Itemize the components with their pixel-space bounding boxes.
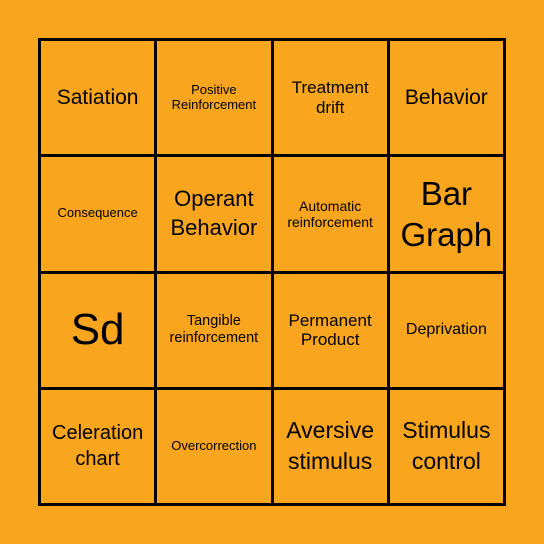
cell-label: Permanent Product: [288, 310, 372, 350]
cell-label: Behavior: [404, 85, 488, 109]
cell-label: Sd: [70, 304, 125, 354]
bingo-cell-satiation[interactable]: Satiation: [41, 41, 155, 155]
bingo-cell-deprivation[interactable]: Deprivation: [389, 273, 503, 387]
cell-label: Treatment drift: [291, 78, 369, 117]
cell-label: Operant Behavior: [170, 186, 258, 240]
bingo-cell-automatic-reinforcement[interactable]: Automatic reinforcement: [273, 157, 387, 271]
bingo-cell-stimulus-control[interactable]: Stimulus control: [389, 389, 503, 503]
bingo-cell-permanent-product[interactable]: Permanent Product: [273, 273, 387, 387]
bingo-board: Satiation Positive Reinforcement Treatme…: [38, 38, 506, 506]
cell-label: Bar Graph: [400, 174, 493, 253]
bingo-cell-positive-reinforcement[interactable]: Positive Reinforcement: [157, 41, 271, 155]
cell-label: Automatic reinforcement: [287, 197, 373, 230]
cell-label: Satiation: [56, 85, 139, 109]
bingo-cell-bar-graph[interactable]: Bar Graph: [389, 157, 503, 271]
bingo-cell-treatment-drift[interactable]: Treatment drift: [273, 41, 387, 155]
bingo-cell-aversive-stimulus[interactable]: Aversive stimulus: [273, 389, 387, 503]
bingo-cell-tangible-reinforcement[interactable]: Tangible reinforcement: [157, 273, 271, 387]
bingo-cell-consequence[interactable]: Consequence: [41, 157, 155, 271]
cell-label: Overcorrection: [171, 437, 257, 453]
bingo-cell-celeration-chart[interactable]: Celeration chart: [41, 389, 155, 503]
cell-label: Deprivation: [405, 320, 487, 338]
bingo-cell-sd[interactable]: Sd: [41, 273, 155, 387]
bingo-cell-overcorrection[interactable]: Overcorrection: [157, 389, 271, 503]
cell-label: Aversive stimulus: [286, 417, 375, 475]
cell-label: Tangible reinforcement: [169, 313, 259, 347]
cell-label: Consequence: [57, 205, 138, 221]
bingo-cell-operant-behavior[interactable]: Operant Behavior: [157, 157, 271, 271]
cell-label: Stimulus control: [402, 417, 491, 475]
cell-label: Celeration chart: [52, 422, 144, 471]
bingo-cell-behavior[interactable]: Behavior: [389, 41, 503, 155]
cell-label: Positive Reinforcement: [171, 81, 257, 112]
